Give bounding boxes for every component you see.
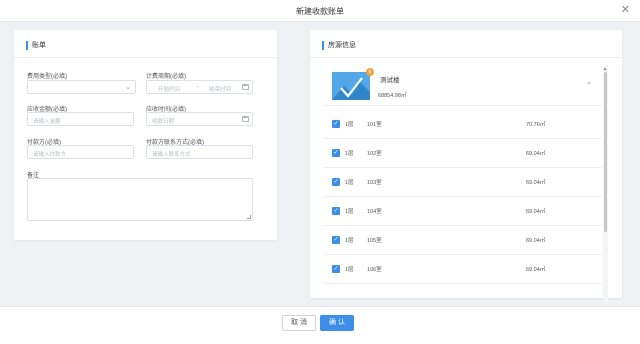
billing-period-range[interactable]: 开始时间 ~ 结束时间 xyxy=(146,80,253,94)
period-separator: ~ xyxy=(196,84,200,91)
fee-type-label: 费用类型(必填) xyxy=(27,74,67,80)
payer-contact-placeholder: 请输入联系方式 xyxy=(152,151,191,158)
billing-period-label: 计费周期(必填) xyxy=(146,74,186,80)
room-checkbox[interactable]: ✓ xyxy=(332,178,340,186)
payer-placeholder: 请输入付款方 xyxy=(33,151,67,158)
period-start-placeholder: 开始时间 xyxy=(158,86,181,93)
building-row[interactable]: 6 测试楼 68854.98㎡ ⌄ xyxy=(324,66,602,106)
bill-card-header: 账单 xyxy=(26,40,46,50)
room-floor: 1层 xyxy=(345,151,354,157)
room-checkbox[interactable]: ✓ xyxy=(332,149,340,157)
dialog-title-bar: 新建收款账单 ✕ xyxy=(0,0,640,22)
room-row[interactable]: ✓ 1层 102室 69.04㎡ xyxy=(324,139,602,168)
room-number: 102室 xyxy=(367,151,382,157)
section-marker xyxy=(322,40,324,50)
dialog-title: 新建收款账单 xyxy=(296,7,344,16)
fee-type-select[interactable]: ⌄ xyxy=(27,80,136,94)
scroll-up-icon[interactable]: ▲ xyxy=(603,66,607,71)
room-floor: 1层 xyxy=(345,122,354,128)
amount-placeholder: 请输入金额 xyxy=(33,118,61,125)
chevron-down-icon[interactable]: ⌄ xyxy=(586,78,592,86)
dialog-footer: 取 消 确 认 xyxy=(0,306,640,344)
room-row[interactable]: ✓ 1层 105室 69.04㎡ xyxy=(324,226,602,255)
room-area: 69.04㎡ xyxy=(526,209,546,215)
cancel-button[interactable]: 取 消 xyxy=(282,315,316,331)
room-area: 69.04㎡ xyxy=(526,151,546,157)
payer-contact-input[interactable]: 请输入联系方式 xyxy=(146,145,253,159)
room-area: 69.04㎡ xyxy=(526,238,546,244)
close-icon[interactable]: ✕ xyxy=(621,3,630,16)
confirm-button[interactable]: 确 认 xyxy=(320,315,354,331)
calendar-icon xyxy=(242,84,249,90)
scrollbar[interactable]: ▲ ▼ xyxy=(603,66,608,315)
room-floor: 1层 xyxy=(345,180,354,186)
scrollbar-thumb[interactable] xyxy=(604,72,607,232)
calendar-icon xyxy=(242,116,249,122)
section-marker xyxy=(26,40,28,50)
room-number: 105室 xyxy=(367,238,382,244)
room-number: 101室 xyxy=(367,122,382,128)
divider xyxy=(14,57,277,58)
room-checkbox[interactable]: ✓ xyxy=(332,265,340,273)
room-floor: 1层 xyxy=(345,267,354,273)
amount-input[interactable]: 请输入金额 xyxy=(27,112,134,126)
property-card-title: 房源信息 xyxy=(328,42,356,49)
property-card-header: 房源信息 xyxy=(322,40,356,50)
remarks-textarea[interactable] xyxy=(27,178,253,221)
building-area: 68854.98㎡ xyxy=(378,93,407,99)
room-area: 69.04㎡ xyxy=(526,267,546,273)
room-checkbox[interactable]: ✓ xyxy=(332,207,340,215)
room-row[interactable]: ✓ 1层 106室 69.04㎡ xyxy=(324,255,602,284)
room-row[interactable]: ✓ 1层 101室 70.76㎡ xyxy=(324,110,602,139)
room-floor: 1层 xyxy=(345,238,354,244)
count-badge: 6 xyxy=(366,68,374,76)
due-time-input[interactable]: 收款日期 xyxy=(146,112,253,126)
bill-card-title: 账单 xyxy=(32,42,46,49)
room-floor: 1层 xyxy=(345,209,354,215)
room-number: 103室 xyxy=(367,180,382,186)
divider xyxy=(310,57,622,58)
payer-input[interactable]: 请输入付款方 xyxy=(27,145,134,159)
chevron-down-icon: ⌄ xyxy=(125,84,131,91)
room-row[interactable]: ✓ 1层 104室 69.04㎡ xyxy=(324,197,602,226)
room-area: 69.04㎡ xyxy=(526,180,546,186)
room-checkbox[interactable]: ✓ xyxy=(332,236,340,244)
due-time-placeholder: 收款日期 xyxy=(152,118,175,125)
room-checkbox[interactable]: ✓ xyxy=(332,120,340,128)
building-name: 测试楼 xyxy=(380,77,400,84)
room-number: 104室 xyxy=(367,209,382,215)
period-end-placeholder: 结束时间 xyxy=(209,86,232,93)
property-card: 房源信息 6 测试楼 68854.98㎡ ⌄ ✓ 1层 101室 70.76㎡ … xyxy=(310,30,622,315)
room-area: 70.76㎡ xyxy=(526,122,546,128)
room-number: 106室 xyxy=(367,267,382,273)
building-image xyxy=(332,72,370,100)
bill-card: 账单 费用类型(必填) ⌄ 计费周期(必填) 开始时间 ~ 结束时间 应收金额(… xyxy=(14,30,277,240)
room-row[interactable]: ✓ 1层 103室 69.04㎡ xyxy=(324,168,602,197)
resize-handle-icon[interactable] xyxy=(247,215,251,219)
